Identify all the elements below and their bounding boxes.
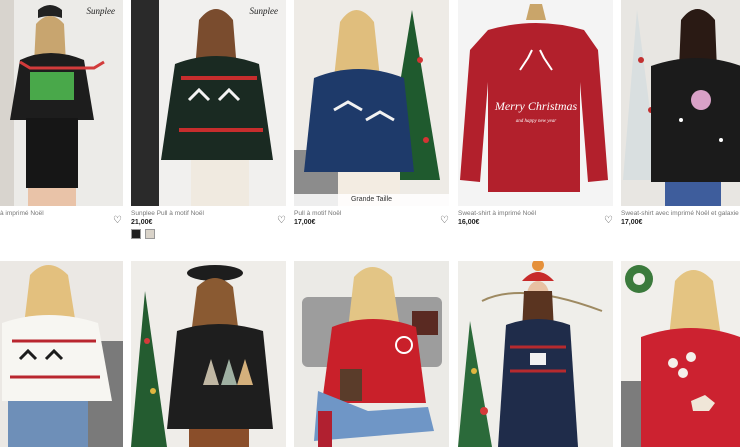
product-image[interactable]: Grande Taille [294,0,449,206]
model-photo [294,0,449,206]
heart-outline-icon[interactable]: ♡ [113,216,122,226]
product-image[interactable]: Sunplee [131,0,286,206]
product-name[interactable]: Sweat-shirt avec imprimé Noël et galaxie [621,210,740,217]
product-image[interactable] [621,261,740,447]
product-card-3[interactable]: Grande Taille Pull à motif Noël 17,00€ ♡ [294,0,449,240]
model-photo [621,261,740,447]
color-swatch-black[interactable] [131,229,141,239]
product-name[interactable]: Pull à motif Noël [294,210,434,217]
product-card-8[interactable] [294,261,449,447]
model-photo [621,0,740,206]
model-photo [294,261,449,447]
heart-outline-icon[interactable]: ♡ [440,216,449,226]
product-price: 17,00€ [294,219,316,226]
sweater-graphic-subtext: and happy new year [516,119,556,124]
size-tag: Grande Taille [294,194,449,206]
product-name[interactable]: Sweat-shirt à imprimé Noël [458,210,598,217]
product-image[interactable] [0,261,123,447]
product-card-1[interactable]: Sunplee à imprimé Noël ♡ [0,0,123,240]
product-name[interactable]: Sunplee Pull à motif Noël [131,210,271,217]
product-image[interactable] [621,0,740,206]
model-photo [0,261,123,447]
sweater-graphic-text: Merry Christmas [494,99,578,113]
heart-outline-icon[interactable]: ♡ [277,216,286,226]
product-image[interactable]: Merry Christmas and happy new year [458,0,613,206]
brand-logo: Sunplee [249,6,279,16]
product-price: 21,00€ [131,219,153,226]
product-image[interactable] [458,261,613,447]
model-photo [131,0,286,206]
product-price: 16,00€ [458,219,480,226]
heart-outline-icon[interactable]: ♡ [604,216,613,226]
product-card-9[interactable] [458,261,613,447]
product-grid: Sunplee à imprimé Noël ♡ Sunplee Sunplee… [0,0,740,447]
product-card-5[interactable]: Sweat-shirt avec imprimé Noël et galaxie… [621,0,740,240]
product-name[interactable]: à imprimé Noël [0,210,105,217]
product-card-10[interactable] [621,261,740,447]
product-card-7[interactable] [131,261,286,447]
product-price: 17,00€ [621,219,643,226]
model-photo [131,261,286,447]
product-image[interactable] [131,261,286,447]
product-card-6[interactable] [0,261,123,447]
model-photo [0,0,123,206]
product-photo: Merry Christmas and happy new year [458,0,613,206]
product-image[interactable] [294,261,449,447]
product-image[interactable]: Sunplee [0,0,123,206]
brand-logo: Sunplee [86,6,116,16]
model-photo [458,261,613,447]
color-swatch-beige[interactable] [145,229,155,239]
product-card-2[interactable]: Sunplee Sunplee Pull à motif Noël 21,00€… [131,0,286,240]
product-card-4[interactable]: Merry Christmas and happy new year Sweat… [458,0,613,240]
